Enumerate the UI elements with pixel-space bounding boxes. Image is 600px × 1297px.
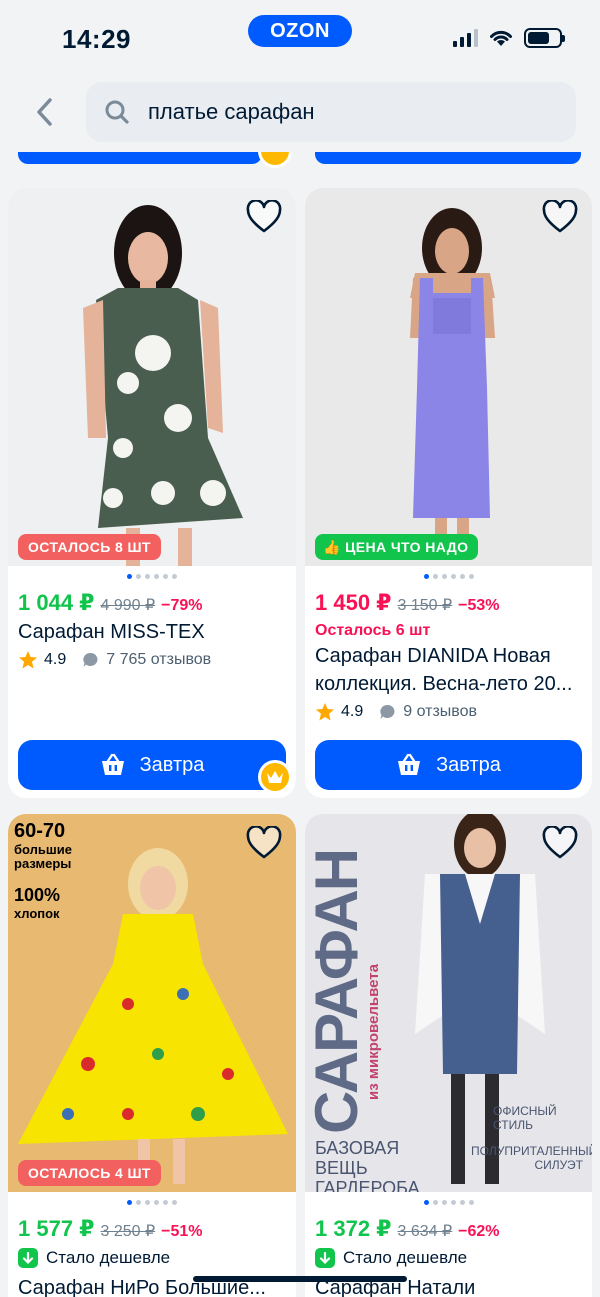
image-pager-dots <box>305 1200 592 1205</box>
product-title[interactable]: Сарафан MISS-TEX <box>18 618 286 646</box>
ozon-logo[interactable]: OZON <box>248 15 352 47</box>
image-pager-dots <box>8 574 296 579</box>
delivery-label: Завтра <box>436 753 501 776</box>
product-image[interactable] <box>8 188 296 566</box>
price-row: 1 372 ₽ 3 634 ₽ −62% <box>315 1216 500 1242</box>
price-drop-row: Стало дешевле <box>18 1248 170 1268</box>
discount: −53% <box>458 597 500 614</box>
thumbs-up-icon: 👍 <box>323 539 341 555</box>
promo-sub-text: из микровельвета <box>365 964 382 1100</box>
search-input[interactable]: платье сарафан <box>86 82 576 142</box>
price: 1 372 ₽ <box>315 1216 392 1241</box>
product-image[interactable] <box>305 188 592 566</box>
product-image[interactable]: САРАФАН из микровельвета ОФИСНЫЙ СТИЛЬ Б… <box>305 814 592 1192</box>
search-query-text: платье сарафан <box>148 99 315 124</box>
old-price: 3 634 ₽ <box>397 1223 453 1240</box>
price: 1 450 ₽ <box>315 590 392 615</box>
price-drop-text: Стало дешевле <box>46 1248 171 1267</box>
discount: −79% <box>161 597 203 614</box>
image-pager-dots <box>8 1200 296 1205</box>
product-title[interactable]: Сарафан DIANIDA Новая коллекция. Весна-л… <box>315 642 582 698</box>
size-label: 60-70 большие размеры 100% хлопок <box>14 820 72 921</box>
stock-badge: ОСТАЛОСЬ 4 ШТ <box>18 1160 161 1186</box>
product-card[interactable]: ОСТАЛОСЬ 8 ШТ 1 044 ₽ 4 990 ₽ −79% Сараф… <box>8 188 296 798</box>
arrow-down-icon <box>315 1248 335 1268</box>
promo-big-text: САРАФАН <box>305 849 370 1134</box>
price-drop-row: Стало дешевле <box>315 1248 467 1268</box>
reviews-count: 9 отзывов <box>403 703 478 720</box>
price: 1 044 ₽ <box>18 590 95 615</box>
product-card[interactable]: 👍 ЦЕНА ЧТО НАДО 1 450 ₽ 3 150 ₽ −53% Ост… <box>305 188 592 798</box>
add-to-cart-button[interactable]: Завтра <box>18 740 286 790</box>
crown-icon <box>258 152 292 168</box>
battery-icon <box>524 28 565 48</box>
status-bar: 14:29 OZON <box>0 0 600 72</box>
price-row: 1 044 ₽ 4 990 ₽ −79% <box>18 590 203 616</box>
status-icons <box>453 28 565 48</box>
star-icon <box>19 651 37 669</box>
status-time: 14:29 <box>62 24 131 54</box>
old-price: 3 150 ₽ <box>397 597 453 614</box>
favorite-heart-icon[interactable] <box>246 826 282 860</box>
home-indicator[interactable] <box>193 1276 407 1282</box>
favorite-heart-icon[interactable] <box>542 826 578 860</box>
promo-fit-text: ПОЛУПРИТАЛЕННЫЙ СИЛУЭТ <box>471 1144 592 1172</box>
rating-value: 4.9 <box>44 651 67 668</box>
cellular-signal-icon <box>453 29 478 47</box>
comment-icon <box>380 704 395 719</box>
price: 1 577 ₽ <box>18 1216 95 1241</box>
product-feed[interactable]: ОСТАЛОСЬ 8 ШТ 1 044 ₽ 4 990 ₽ −79% Сараф… <box>0 152 600 1297</box>
basket-icon <box>398 753 421 775</box>
back-arrow-icon[interactable] <box>30 94 62 130</box>
rating-value: 4.9 <box>341 703 364 720</box>
prev-cart-button[interactable] <box>315 152 581 164</box>
product-card[interactable]: САРАФАН из микровельвета ОФИСНЫЙ СТИЛЬ Б… <box>305 814 592 1297</box>
search-header: платье сарафан <box>0 72 600 152</box>
dress-photo <box>410 208 495 558</box>
rating-row: 4.9 7 765 отзывов <box>18 650 211 670</box>
price-badge: 👍 ЦЕНА ЧТО НАДО <box>315 534 479 560</box>
dress-photo <box>83 205 243 566</box>
reviews-count: 7 765 отзывов <box>106 651 212 668</box>
stock-badge: ОСТАЛОСЬ 8 ШТ <box>18 534 161 560</box>
crown-icon <box>258 760 292 794</box>
comment-icon <box>83 652 98 667</box>
favorite-heart-icon[interactable] <box>542 200 578 234</box>
stock-left-text: Осталось 6 шт <box>315 622 431 639</box>
old-price: 3 250 ₽ <box>100 1223 156 1240</box>
price-row: 1 577 ₽ 3 250 ₽ −51% <box>18 1216 203 1242</box>
delivery-label: Завтра <box>139 753 205 776</box>
promo-office-text: ОФИСНЫЙ СТИЛЬ <box>493 1104 557 1132</box>
discount: −51% <box>161 1223 203 1240</box>
favorite-heart-icon[interactable] <box>246 200 282 234</box>
image-pager-dots <box>305 574 592 579</box>
old-price: 4 990 ₽ <box>100 597 156 614</box>
wifi-icon <box>490 30 512 46</box>
star-icon <box>316 703 334 721</box>
discount: −62% <box>458 1223 500 1240</box>
prev-cart-button[interactable] <box>18 152 262 164</box>
price-row: 1 450 ₽ 3 150 ₽ −53% <box>315 590 500 616</box>
promo-base-text: БАЗОВАЯ ВЕЩЬ ГАРДЕРОБА <box>315 1138 420 1192</box>
search-icon <box>105 100 129 124</box>
product-card[interactable]: 60-70 большие размеры 100% хлопок ОСТАЛО… <box>8 814 296 1297</box>
basket-icon <box>101 753 124 775</box>
rating-row: 4.9 9 отзывов <box>315 702 477 722</box>
add-to-cart-button[interactable]: Завтра <box>315 740 582 790</box>
arrow-down-icon <box>18 1248 38 1268</box>
price-drop-text: Стало дешевле <box>343 1248 468 1267</box>
product-image[interactable]: 60-70 большие размеры 100% хлопок <box>8 814 296 1192</box>
